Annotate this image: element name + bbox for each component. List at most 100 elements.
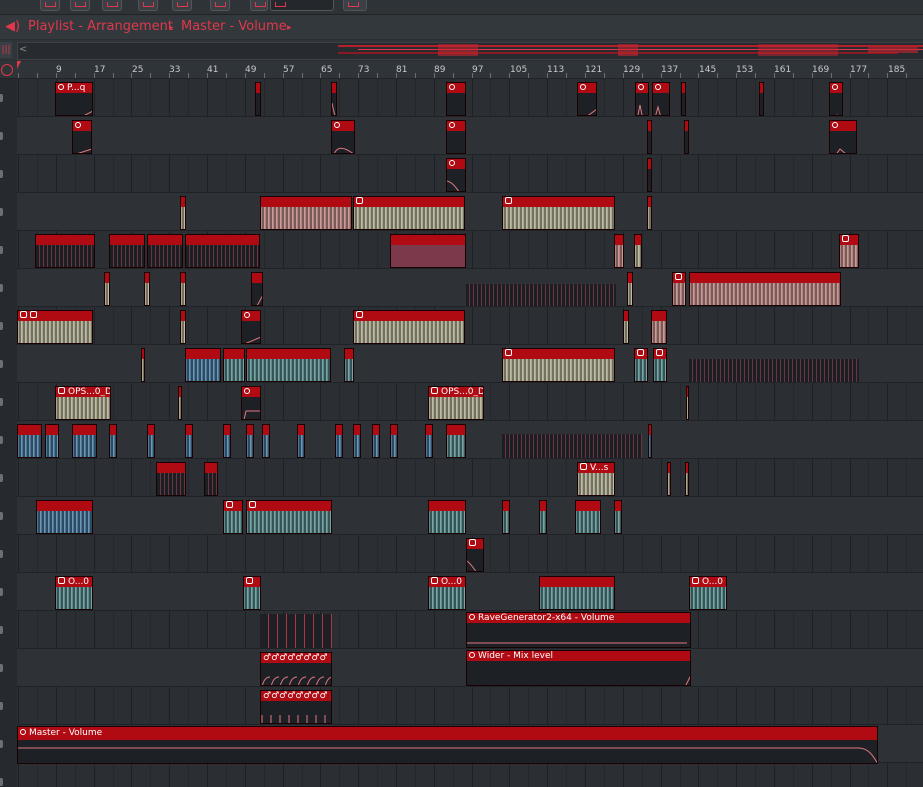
track-handle[interactable] <box>0 398 3 406</box>
automation-clip-master-volume[interactable]: Master - Volume <box>17 726 878 764</box>
track-handle[interactable] <box>0 170 3 178</box>
automation-clip[interactable] <box>829 82 843 116</box>
track-handle[interactable] <box>0 588 3 596</box>
undo-button[interactable] <box>250 0 268 11</box>
automation-clip[interactable] <box>681 82 686 116</box>
automation-clip[interactable] <box>577 82 597 116</box>
audio-clip[interactable] <box>575 500 601 534</box>
pattern-clip[interactable] <box>689 348 859 382</box>
audio-clip[interactable] <box>262 424 270 458</box>
audio-clip[interactable] <box>425 424 433 458</box>
audio-clip[interactable] <box>335 424 343 458</box>
track-lane[interactable] <box>17 459 923 497</box>
audio-clip[interactable] <box>223 500 243 534</box>
audio-clip[interactable] <box>147 234 183 268</box>
audio-clip[interactable] <box>223 348 245 382</box>
automation-clip[interactable] <box>759 82 764 116</box>
audio-clip[interactable]: OPS...0_D <box>428 386 484 420</box>
audio-clip[interactable] <box>539 500 547 534</box>
pattern-clip[interactable] <box>502 424 642 458</box>
audio-clip[interactable] <box>104 272 110 306</box>
track-handle[interactable] <box>0 664 3 672</box>
audio-clip[interactable] <box>634 348 648 382</box>
track-handle[interactable] <box>0 360 3 368</box>
close-button[interactable] <box>343 0 367 11</box>
breadcrumb-target[interactable]: Master - Volume <box>181 19 287 35</box>
audio-clip[interactable] <box>539 576 615 610</box>
audio-clip[interactable] <box>353 310 465 344</box>
automation-clip[interactable] <box>255 82 261 116</box>
track-lane[interactable] <box>17 573 923 611</box>
scroll-left-button[interactable]: < <box>19 43 27 57</box>
step-sequencer-button[interactable] <box>70 0 90 11</box>
audio-clip[interactable] <box>623 310 629 344</box>
automation-clip[interactable] <box>684 120 689 154</box>
channel-rack-button[interactable] <box>138 0 158 11</box>
overview-scrollbar[interactable] <box>17 42 923 60</box>
audio-clip[interactable] <box>223 424 231 458</box>
arrangement-overview[interactable]: ||| < <box>0 40 923 60</box>
audio-clip[interactable] <box>180 310 186 344</box>
audio-clip[interactable] <box>502 500 510 534</box>
track-lane[interactable] <box>17 117 923 155</box>
track-lane[interactable] <box>17 79 923 117</box>
automation-clip[interactable] <box>241 386 261 420</box>
track-handle[interactable] <box>0 94 3 102</box>
audio-clip[interactable] <box>185 348 221 382</box>
audio-clip[interactable]: OPS...0_D <box>55 386 111 420</box>
track-handle[interactable] <box>0 626 3 634</box>
audio-clip[interactable] <box>144 272 150 306</box>
automation-clip[interactable] <box>647 158 652 192</box>
mixer-button[interactable] <box>102 0 122 11</box>
audio-clip[interactable]: O...0 <box>428 576 466 610</box>
overview-toggle-icon[interactable]: ||| <box>0 42 12 58</box>
automation-clip[interactable] <box>652 82 670 116</box>
audio-clip[interactable] <box>178 386 182 420</box>
audio-clip[interactable]: O...0 <box>55 576 93 610</box>
track-handle[interactable] <box>0 740 3 748</box>
audio-clip[interactable] <box>260 196 352 230</box>
audio-clip[interactable] <box>109 424 117 458</box>
audio-clip[interactable] <box>428 500 466 534</box>
track-lane[interactable] <box>17 193 923 231</box>
audio-clip[interactable] <box>390 424 398 458</box>
automation-clip-group[interactable]: ♂♂♂♂♂♂♂♂ <box>260 652 332 686</box>
breadcrumb-arrow[interactable]: ▸ <box>287 20 292 36</box>
automation-clip[interactable] <box>829 120 857 154</box>
loop-record-icon[interactable] <box>1 64 13 76</box>
audio-clip[interactable] <box>204 462 218 496</box>
audio-clip[interactable] <box>353 196 465 230</box>
automation-clip-wider-mix[interactable]: Wider - Mix level <box>466 650 691 686</box>
audio-clip[interactable] <box>614 234 624 268</box>
automation-clip[interactable] <box>446 82 466 116</box>
playhead-marker[interactable] <box>17 61 25 69</box>
audio-clip[interactable] <box>651 310 667 344</box>
audio-clip[interactable] <box>185 234 260 268</box>
audio-clip[interactable] <box>686 386 689 420</box>
audio-clip[interactable] <box>372 424 380 458</box>
audio-clip[interactable] <box>466 272 616 306</box>
playlist-titlebar[interactable]: ◀) Playlist - Arrangement ▸ Master - Vol… <box>0 15 923 39</box>
automation-clip[interactable] <box>331 120 355 154</box>
timeline-ruler[interactable]: 9 17 25 33 41 49 57 65 73 81 89 97 105 113 121 129 137 14… <box>0 61 923 79</box>
automation-clip[interactable] <box>331 82 337 116</box>
audio-clip[interactable] <box>243 576 261 610</box>
automation-clip[interactable] <box>446 158 466 192</box>
audio-clip[interactable] <box>672 272 686 306</box>
piano-roll-button[interactable] <box>40 0 60 11</box>
automation-clip[interactable] <box>241 310 261 344</box>
automation-clip-rave-volume[interactable]: RaveGenerator2-x64 - Volume <box>466 612 691 648</box>
audio-clip[interactable] <box>839 234 859 268</box>
track-handle[interactable] <box>0 208 3 216</box>
audio-clip[interactable] <box>17 424 42 458</box>
audio-clip[interactable] <box>502 196 615 230</box>
audio-clip[interactable] <box>109 234 145 268</box>
browser-button[interactable] <box>172 0 192 11</box>
arrangement-grid[interactable]: P...q OPS...0_D OPS...0_D V...s O...0 O.… <box>17 79 923 787</box>
automation-clip[interactable] <box>635 82 649 116</box>
audio-clip[interactable] <box>141 348 145 382</box>
audio-clip[interactable] <box>647 196 652 230</box>
track-handle[interactable] <box>0 132 3 140</box>
automation-clip[interactable] <box>72 120 92 154</box>
audio-clip[interactable] <box>653 348 667 382</box>
